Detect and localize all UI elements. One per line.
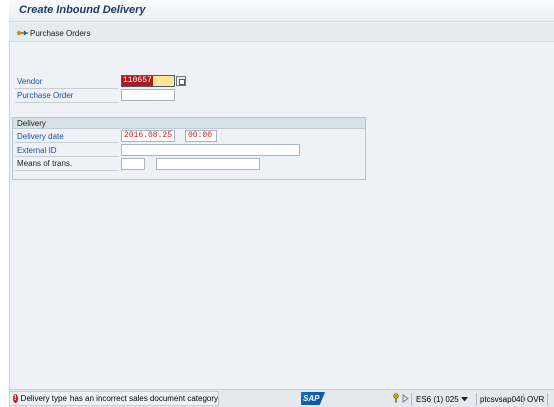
delivery-group-header: Delivery <box>13 118 365 129</box>
chevron-down-icon[interactable] <box>460 395 468 404</box>
external-id-label: External ID <box>17 146 57 155</box>
vendor-input[interactable]: 110657 <box>121 75 175 87</box>
insert-mode-field[interactable]: OVR <box>527 392 544 406</box>
server-field: ptcsvsap040 <box>480 392 525 406</box>
delivery-date-label: Delivery date <box>17 132 64 141</box>
main-frame <box>9 0 554 407</box>
means-of-trans-label-underline <box>15 170 119 171</box>
status-separator <box>476 393 477 405</box>
purchase-order-input[interactable] <box>121 89 175 101</box>
system-info-text: ES6 (1) 025 <box>416 394 459 404</box>
vendor-label: Vendor <box>17 77 43 86</box>
means-of-trans-type-input[interactable] <box>121 158 145 170</box>
status-bar: ! Delivery type has an incorrect sales d… <box>9 389 554 407</box>
page-title: Create Inbound Delivery <box>19 4 146 16</box>
purchase-orders-button[interactable]: Purchase Orders <box>16 26 90 40</box>
status-separator <box>411 393 412 405</box>
delivery-time-input[interactable]: 00:00 <box>185 130 217 142</box>
delivery-date-label-underline <box>15 142 119 143</box>
status-message-text: has an incorrect sales document category <box>69 394 218 403</box>
vendor-value: 110657 <box>122 76 153 86</box>
application-toolbar: Purchase Orders <box>9 23 554 42</box>
means-of-trans-label: Means of trans. <box>17 159 73 168</box>
vendor-value-help-button[interactable] <box>176 76 186 86</box>
vendor-label-underline <box>15 88 119 89</box>
left-margin <box>0 0 9 407</box>
key-icon <box>392 393 400 405</box>
means-of-trans-input[interactable] <box>156 158 260 170</box>
server-text: ptcsvsap040 <box>480 394 525 404</box>
sap-logo: SAP <box>301 392 325 405</box>
purchase-order-label: Purchase Order <box>17 91 74 100</box>
purchase-orders-label: Purchase Orders <box>30 28 91 38</box>
title-bar: Create Inbound Delivery <box>9 0 554 22</box>
system-info-field[interactable]: ES6 (1) 025 <box>416 392 468 406</box>
insert-mode-text: OVR <box>527 394 545 404</box>
purchase-order-label-underline <box>15 102 119 103</box>
delivery-date-input[interactable]: 2016.08.25 <box>121 130 175 142</box>
status-icons <box>392 392 409 406</box>
play-triangle-icon[interactable] <box>402 393 409 405</box>
status-separator <box>523 393 524 405</box>
purchase-orders-icon <box>16 28 28 38</box>
external-id-input[interactable] <box>121 144 300 156</box>
status-separator <box>547 393 548 405</box>
status-message-field: Delivery type <box>20 394 67 403</box>
external-id-label-underline <box>15 156 119 157</box>
status-message[interactable]: ! Delivery type has an incorrect sales d… <box>9 391 219 406</box>
delivery-group-title: Delivery <box>17 119 46 128</box>
error-icon: ! <box>13 394 18 403</box>
